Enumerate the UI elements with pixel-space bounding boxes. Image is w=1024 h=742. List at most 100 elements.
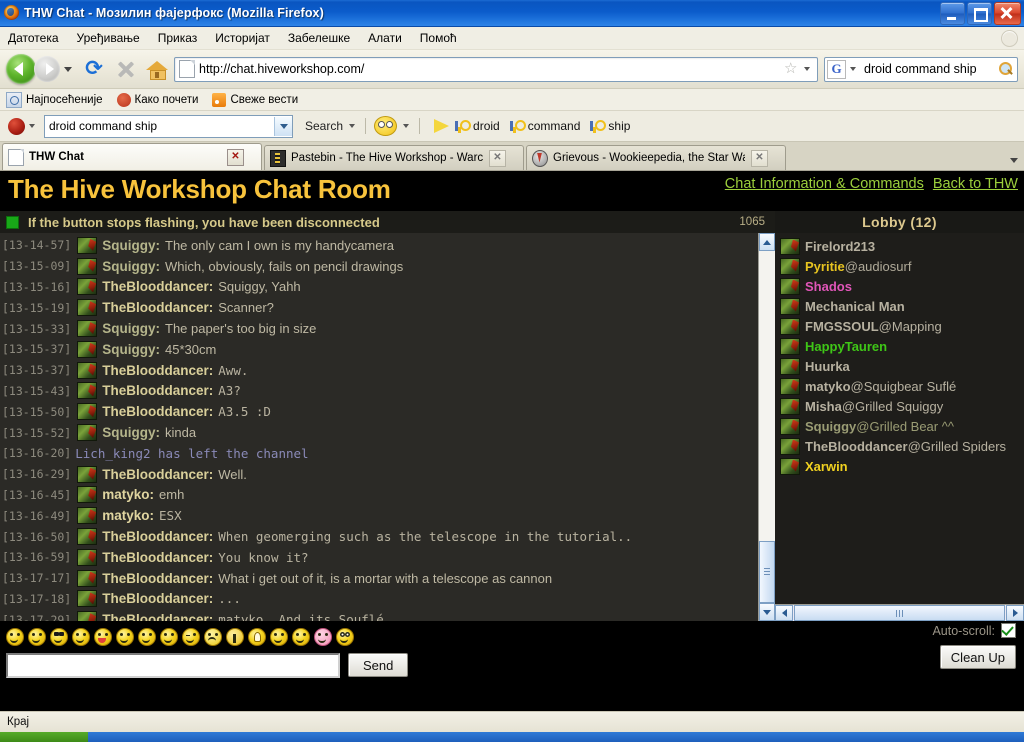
user-list-item[interactable]: Xarwin [778, 456, 1024, 476]
grin-icon[interactable] [28, 628, 46, 646]
neutral-icon[interactable] [116, 628, 134, 646]
clean-up-button[interactable]: Clean Up [939, 645, 1016, 669]
smiley-dropdown-icon[interactable] [403, 124, 410, 128]
scroll-down-icon[interactable] [759, 603, 775, 621]
message-nickname[interactable]: TheBlooddancer: [102, 383, 213, 398]
hscrollbar-thumb[interactable] [794, 605, 1005, 621]
message-nickname[interactable]: TheBlooddancer: [102, 591, 213, 606]
message-nickname[interactable]: matyko: [102, 487, 154, 502]
highlight-term-droid[interactable]: droid [455, 119, 500, 134]
toolbar-logo-dropdown-icon[interactable] [29, 124, 35, 128]
message-nickname[interactable]: TheBlooddancer: [102, 279, 213, 294]
smiley-icon[interactable] [374, 116, 398, 136]
scroll-right-icon[interactable] [1006, 605, 1024, 621]
message-nickname[interactable]: Squiggy: [102, 425, 160, 440]
message-nickname[interactable]: TheBlooddancer: [102, 363, 213, 378]
bookmark-star-icon[interactable]: ☆ [784, 61, 800, 77]
scrollbar-thumb[interactable] [759, 541, 775, 603]
tab-close-icon[interactable]: ✕ [751, 149, 768, 167]
tab-close-icon[interactable]: ✕ [227, 148, 244, 166]
menu-view[interactable]: Приказ [158, 31, 198, 45]
tab-wookieepedia[interactable]: Grievous - Wookieepedia, the Star War...… [526, 145, 786, 170]
nav-history-dropdown-icon[interactable] [64, 66, 72, 72]
back-button[interactable] [6, 54, 36, 84]
search-icon[interactable] [997, 61, 1015, 77]
send-button[interactable]: Send [348, 653, 409, 677]
chevron-down-icon[interactable] [274, 116, 292, 136]
search-bar[interactable]: G droid command ship [824, 56, 1018, 82]
message-nickname[interactable]: Squiggy: [102, 238, 160, 253]
menu-file[interactable]: Датотека [8, 31, 59, 45]
happy-icon[interactable] [72, 628, 90, 646]
url-dropdown-icon[interactable] [804, 67, 810, 71]
message-nickname[interactable]: matyko: [102, 508, 154, 523]
message-pane[interactable]: [13-14-57] Squiggy: The only cam I own is … [0, 233, 758, 621]
home-icon[interactable] [146, 59, 168, 80]
highlighter-icon[interactable] [433, 117, 451, 135]
user-list-item[interactable]: matyko @Squigbear Suflé [778, 376, 1024, 396]
forward-button[interactable] [34, 56, 60, 82]
smile-icon[interactable] [6, 628, 24, 646]
google-search-input[interactable]: droid command ship [45, 119, 274, 133]
start-button[interactable] [0, 732, 88, 742]
menubar-extra-icon[interactable] [1001, 30, 1018, 47]
message-nickname[interactable]: TheBlooddancer: [102, 404, 213, 419]
message-nickname[interactable]: TheBlooddancer: [102, 529, 213, 544]
url-text[interactable]: http://chat.hiveworkshop.com/ [199, 62, 782, 76]
cry-icon[interactable] [204, 628, 222, 646]
user-list-hscrollbar[interactable] [775, 604, 1024, 621]
biggrin-icon[interactable] [160, 628, 178, 646]
laugh-icon[interactable] [270, 628, 288, 646]
smile2-icon[interactable] [138, 628, 156, 646]
message-nickname[interactable]: TheBlooddancer: [102, 550, 213, 565]
search-engine-dropdown-icon[interactable] [850, 67, 856, 71]
message-nickname[interactable]: Squiggy: [102, 321, 160, 336]
grimace-icon[interactable] [292, 628, 310, 646]
message-nickname[interactable]: TheBlooddancer: [102, 571, 213, 586]
menu-tools[interactable]: Алати [368, 31, 402, 45]
user-list-item[interactable]: Mechanical Man [778, 296, 1024, 316]
wink-icon[interactable] [182, 628, 200, 646]
user-list-item[interactable]: Firelord213 [778, 236, 1024, 256]
google-search-button[interactable]: Search [305, 119, 343, 133]
user-list-item[interactable]: Huurka [778, 356, 1024, 376]
menu-help[interactable]: Помоћ [420, 31, 457, 45]
chat-input[interactable] [6, 652, 340, 678]
tab-pastebin[interactable]: Pastebin - The Hive Workshop - Warcra...… [264, 145, 524, 170]
tab-close-icon[interactable]: ✕ [489, 149, 506, 167]
exclaim-icon[interactable] [226, 628, 244, 646]
tongue-icon[interactable] [94, 628, 112, 646]
user-list-item[interactable]: HappyTauren [778, 336, 1024, 356]
user-list-item[interactable]: TheBlooddancer @Grilled Spiders [778, 436, 1024, 456]
message-nickname[interactable]: Squiggy: [102, 259, 160, 274]
url-bar[interactable]: http://chat.hiveworkshop.com/ ☆ [174, 56, 818, 82]
tab-list-dropdown-icon[interactable] [1010, 158, 1018, 163]
scroll-up-icon[interactable] [759, 233, 775, 251]
bookmark-getting-started[interactable]: Како почети [116, 92, 198, 107]
google-search-dropdown-icon[interactable] [349, 124, 356, 128]
message-nickname[interactable]: Squiggy: [102, 342, 160, 357]
google-engine-icon[interactable]: G [827, 59, 846, 79]
highlight-term-command[interactable]: command [509, 119, 580, 134]
maximize-button[interactable] [967, 2, 992, 25]
message-nickname[interactable]: TheBlooddancer: [102, 467, 213, 482]
cool-icon[interactable] [50, 628, 68, 646]
toolbar-logo-icon[interactable] [8, 117, 25, 135]
user-list-item[interactable]: Shados [778, 276, 1024, 296]
reload-icon[interactable]: ⟳ [83, 58, 105, 80]
stop-icon[interactable] [115, 58, 137, 80]
idea-icon[interactable] [248, 628, 266, 646]
message-nickname[interactable]: TheBlooddancer: [102, 300, 213, 315]
tab-thw-chat[interactable]: THW Chat ✕ [2, 143, 262, 170]
message-scrollbar[interactable] [758, 233, 775, 621]
close-button[interactable] [994, 2, 1021, 25]
user-list-item[interactable]: Pyritie @audiosurf [778, 256, 1024, 276]
bookmark-latest-headlines[interactable]: Свеже вести [212, 92, 298, 107]
google-search-combo[interactable]: droid command ship [44, 114, 293, 138]
glasses-icon[interactable] [336, 628, 354, 646]
redface-icon[interactable] [314, 628, 332, 646]
user-list-item[interactable]: Misha @Grilled Squiggy [778, 396, 1024, 416]
menu-bookmarks[interactable]: Забелешке [288, 31, 350, 45]
message-nickname[interactable]: TheBlooddancer: [102, 612, 213, 621]
back-to-thw-link[interactable]: Back to THW [933, 176, 1018, 192]
